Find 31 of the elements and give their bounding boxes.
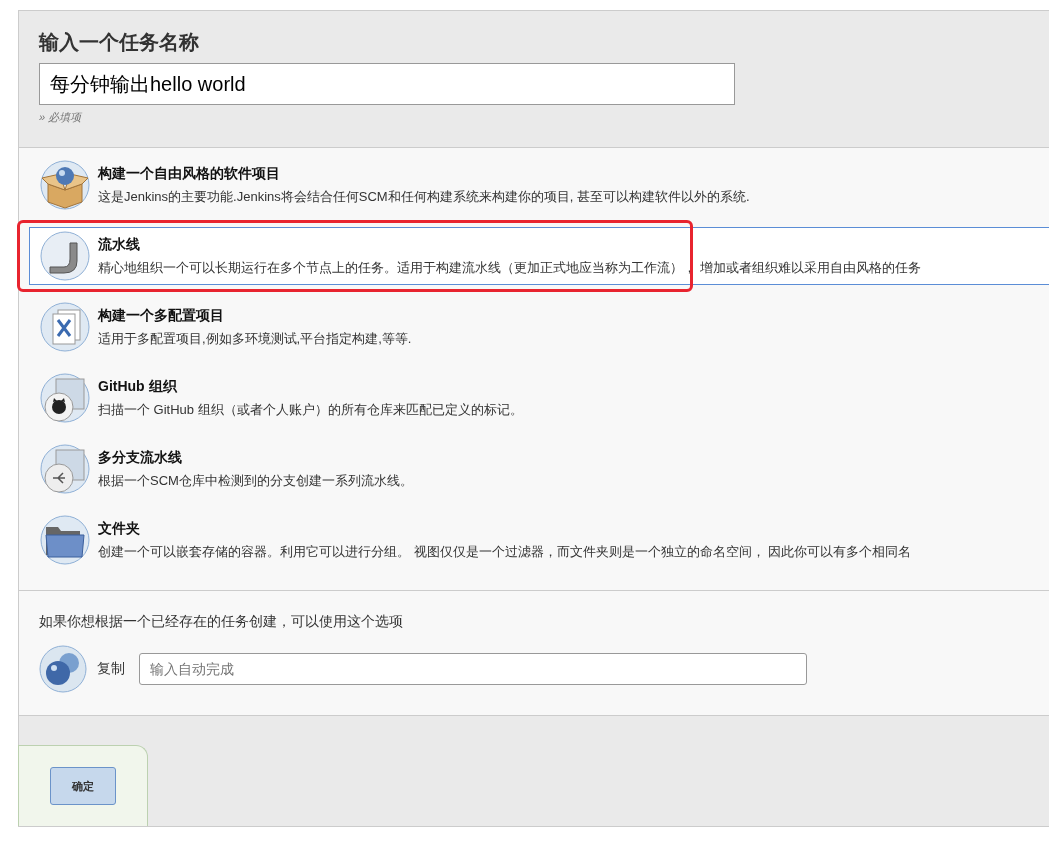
item-type-label: 流水线 (98, 235, 141, 254)
task-name-field[interactable]: 每分钟输出hello world (39, 63, 735, 105)
copy-hint-text: 如果你想根据一个已经存在的任务创建，可以使用这个选项 (39, 613, 404, 631)
ok-button[interactable]: 确定 (50, 767, 116, 805)
section-title: 输入一个任务名称 (39, 30, 200, 55)
octocat-icon (40, 373, 90, 423)
item-type-option[interactable]: 构建一个自由风格的软件项目 这是Jenkins的主要功能.Jenkins将会结合任何SCM和任何构建系统来构建你的项目, 甚至可以构建软件以外的系统. (29, 156, 1049, 214)
item-type-label: 文件夹 (98, 519, 141, 538)
item-type-label: 构建一个自由风格的软件项目 (98, 164, 281, 183)
spheres-icon (39, 645, 87, 693)
item-type-option[interactable]: GitHub 组织 扫描一个 GitHub 组织（或者个人账户）的所有仓库来匹配已定义的标记。 (29, 369, 1049, 427)
copy-from-field[interactable]: 输入自动完成 (139, 653, 807, 685)
item-type-description: 创建一个可以嵌套存储的容器。利用它可以进行分组。 视图仅仅是一个过滤器，而文件夹则是一个独立的命名空间， 因此你可以有多个相同名 (98, 542, 912, 561)
item-type-description: 适用于多配置项目,例如多环境测试,平台指定构建,等等. (98, 329, 412, 348)
item-type-description: 这是Jenkins的主要功能.Jenkins将会结合任何SCM和任何构建系统来构建你的项目, 甚至可以构建软件以外的系统. (98, 187, 750, 206)
item-type-label: 多分支流水线 (98, 448, 183, 467)
item-type-description: 扫描一个 GitHub 组织（或者个人账户）的所有仓库来匹配已定义的标记。 (98, 400, 523, 419)
branch-icon (40, 444, 90, 494)
item-type-option[interactable]: 流水线 精心地组织一个可以长期运行在多个节点上的任务。适用于构建流水线（更加正式地应当称为工作流）， 增加或者组织难以采用自由风格的任务 (29, 227, 1049, 285)
item-type-label: GitHub 组织 (98, 377, 178, 396)
item-type-label: 构建一个多配置项目 (98, 306, 225, 325)
item-type-description: 根据一个SCM仓库中检测到的分支创建一系列流水线。 (98, 471, 413, 490)
item-type-description: 精心地组织一个可以长期运行在多个节点上的任务。适用于构建流水线（更加正式地应当称为工作流）， 增加或者组织难以采用自由风格的任务 (98, 258, 921, 277)
pipe-icon (40, 231, 90, 281)
required-hint: » 必填项 (39, 110, 83, 125)
copy-label: 复制 (97, 660, 125, 678)
item-type-option[interactable]: 文件夹 创建一个可以嵌套存储的容器。利用它可以进行分组。 视图仅仅是一个过滤器，而文件夹则是一个独立的命名空间， 因此你可以有多个相同名 (29, 511, 1049, 569)
item-type-option[interactable]: 多分支流水线 根据一个SCM仓库中检测到的分支创建一系列流水线。 (29, 440, 1049, 498)
item-type-option[interactable]: 构建一个多配置项目 适用于多配置项目,例如多环境测试,平台指定构建,等等. (29, 298, 1049, 356)
box-icon (40, 160, 90, 210)
folder-icon (40, 515, 90, 565)
